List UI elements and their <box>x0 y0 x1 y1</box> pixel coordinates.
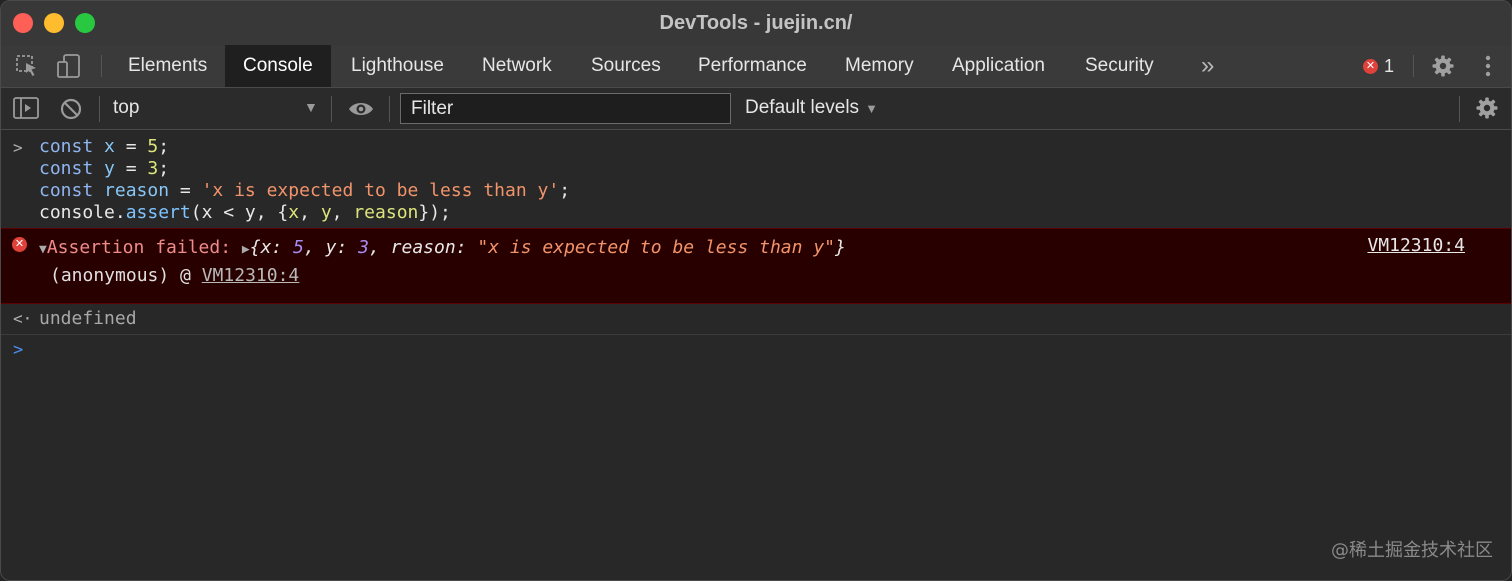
eye-icon[interactable] <box>347 98 375 125</box>
error-count: 1 <box>1384 55 1395 76</box>
tab-elements[interactable]: Elements <box>110 45 225 87</box>
clear-console-icon[interactable] <box>59 97 83 126</box>
more-tabs-button[interactable]: » <box>1183 45 1232 87</box>
toolbar-divider <box>389 96 390 122</box>
tab-sources[interactable]: Sources <box>573 45 679 87</box>
console-output[interactable]: > const x = 5; const y = 3; const reason… <box>1 130 1511 580</box>
tab-bar: Elements Console Lighthouse Network Sour… <box>1 45 1511 88</box>
tab-network[interactable]: Network <box>464 45 570 87</box>
error-count-badge[interactable]: ✕ 1 <box>1363 55 1394 77</box>
code-line: const y = 3; <box>39 158 170 179</box>
tab-console[interactable]: Console <box>225 45 331 87</box>
expand-triangle-icon: ▼ <box>39 242 47 257</box>
toolbar-divider <box>1459 96 1460 122</box>
more-options-icon[interactable] <box>1481 54 1495 83</box>
filter-input[interactable] <box>400 93 731 124</box>
result-value: undefined <box>39 308 137 329</box>
log-levels-label: Default levels <box>745 97 860 118</box>
code-line: console.assert(x < y, {x, y, reason}); <box>39 202 451 223</box>
assertion-object: {x: 5, y: 3, reason: "x is expected to b… <box>249 237 846 258</box>
title-bar: DevTools - juejin.cn/ <box>1 1 1511 46</box>
tab-lighthouse[interactable]: Lighthouse <box>333 45 462 87</box>
error-icon: ✕ <box>12 237 27 252</box>
sidebar-toggle-icon[interactable] <box>13 97 39 124</box>
tab-memory[interactable]: Memory <box>827 45 932 87</box>
input-chevron-icon: > <box>13 138 23 157</box>
console-toolbar: top ▼ Default levels ▼ <box>1 88 1511 130</box>
toolbar-divider <box>1413 55 1414 77</box>
log-levels-dropdown[interactable]: Default levels ▼ <box>745 97 878 119</box>
context-select[interactable]: top <box>113 97 139 119</box>
code-line: const reason = 'x is expected to be less… <box>39 180 571 201</box>
tab-performance[interactable]: Performance <box>680 45 825 87</box>
assertion-message[interactable]: ▼Assertion failed: ▶{x: 5, y: 3, reason:… <box>39 237 846 258</box>
console-settings-icon[interactable] <box>1475 96 1499 125</box>
result-row: <· undefined <box>1 304 1511 335</box>
gear-icon[interactable] <box>1431 54 1455 83</box>
inspect-element-icon[interactable] <box>15 54 39 83</box>
window-title: DevTools - juejin.cn/ <box>659 12 853 34</box>
toolbar-divider <box>99 96 100 122</box>
console-prompt-icon[interactable]: > <box>13 340 23 360</box>
watermark: @稀土掘金技术社区 <box>1331 540 1493 561</box>
chevron-down-icon[interactable]: ▼ <box>304 99 318 115</box>
error-message-row: ✕ ▼Assertion failed: ▶{x: 5, y: 3, reaso… <box>1 228 1511 304</box>
result-arrow-icon: <· <box>13 309 33 328</box>
devtools-window: DevTools - juejin.cn/ Elements Console L… <box>0 0 1512 581</box>
assertion-label: Assertion failed: <box>46 237 242 258</box>
collapse-triangle-icon: ▶ <box>241 242 250 257</box>
toolbar-divider <box>101 55 102 77</box>
tab-security[interactable]: Security <box>1067 45 1172 87</box>
error-icon: ✕ <box>1363 58 1378 74</box>
toolbar-divider <box>331 96 332 122</box>
chevron-down-icon: ▼ <box>865 101 878 116</box>
stack-source-link[interactable]: VM12310:4 <box>202 265 300 286</box>
error-source-link[interactable]: VM12310:4 <box>1367 235 1465 256</box>
tab-application[interactable]: Application <box>934 45 1063 87</box>
device-toolbar-icon[interactable] <box>56 54 82 83</box>
code-line: const x = 5; <box>39 136 170 157</box>
stack-trace: (anonymous) @ VM12310:4 <box>50 265 300 286</box>
